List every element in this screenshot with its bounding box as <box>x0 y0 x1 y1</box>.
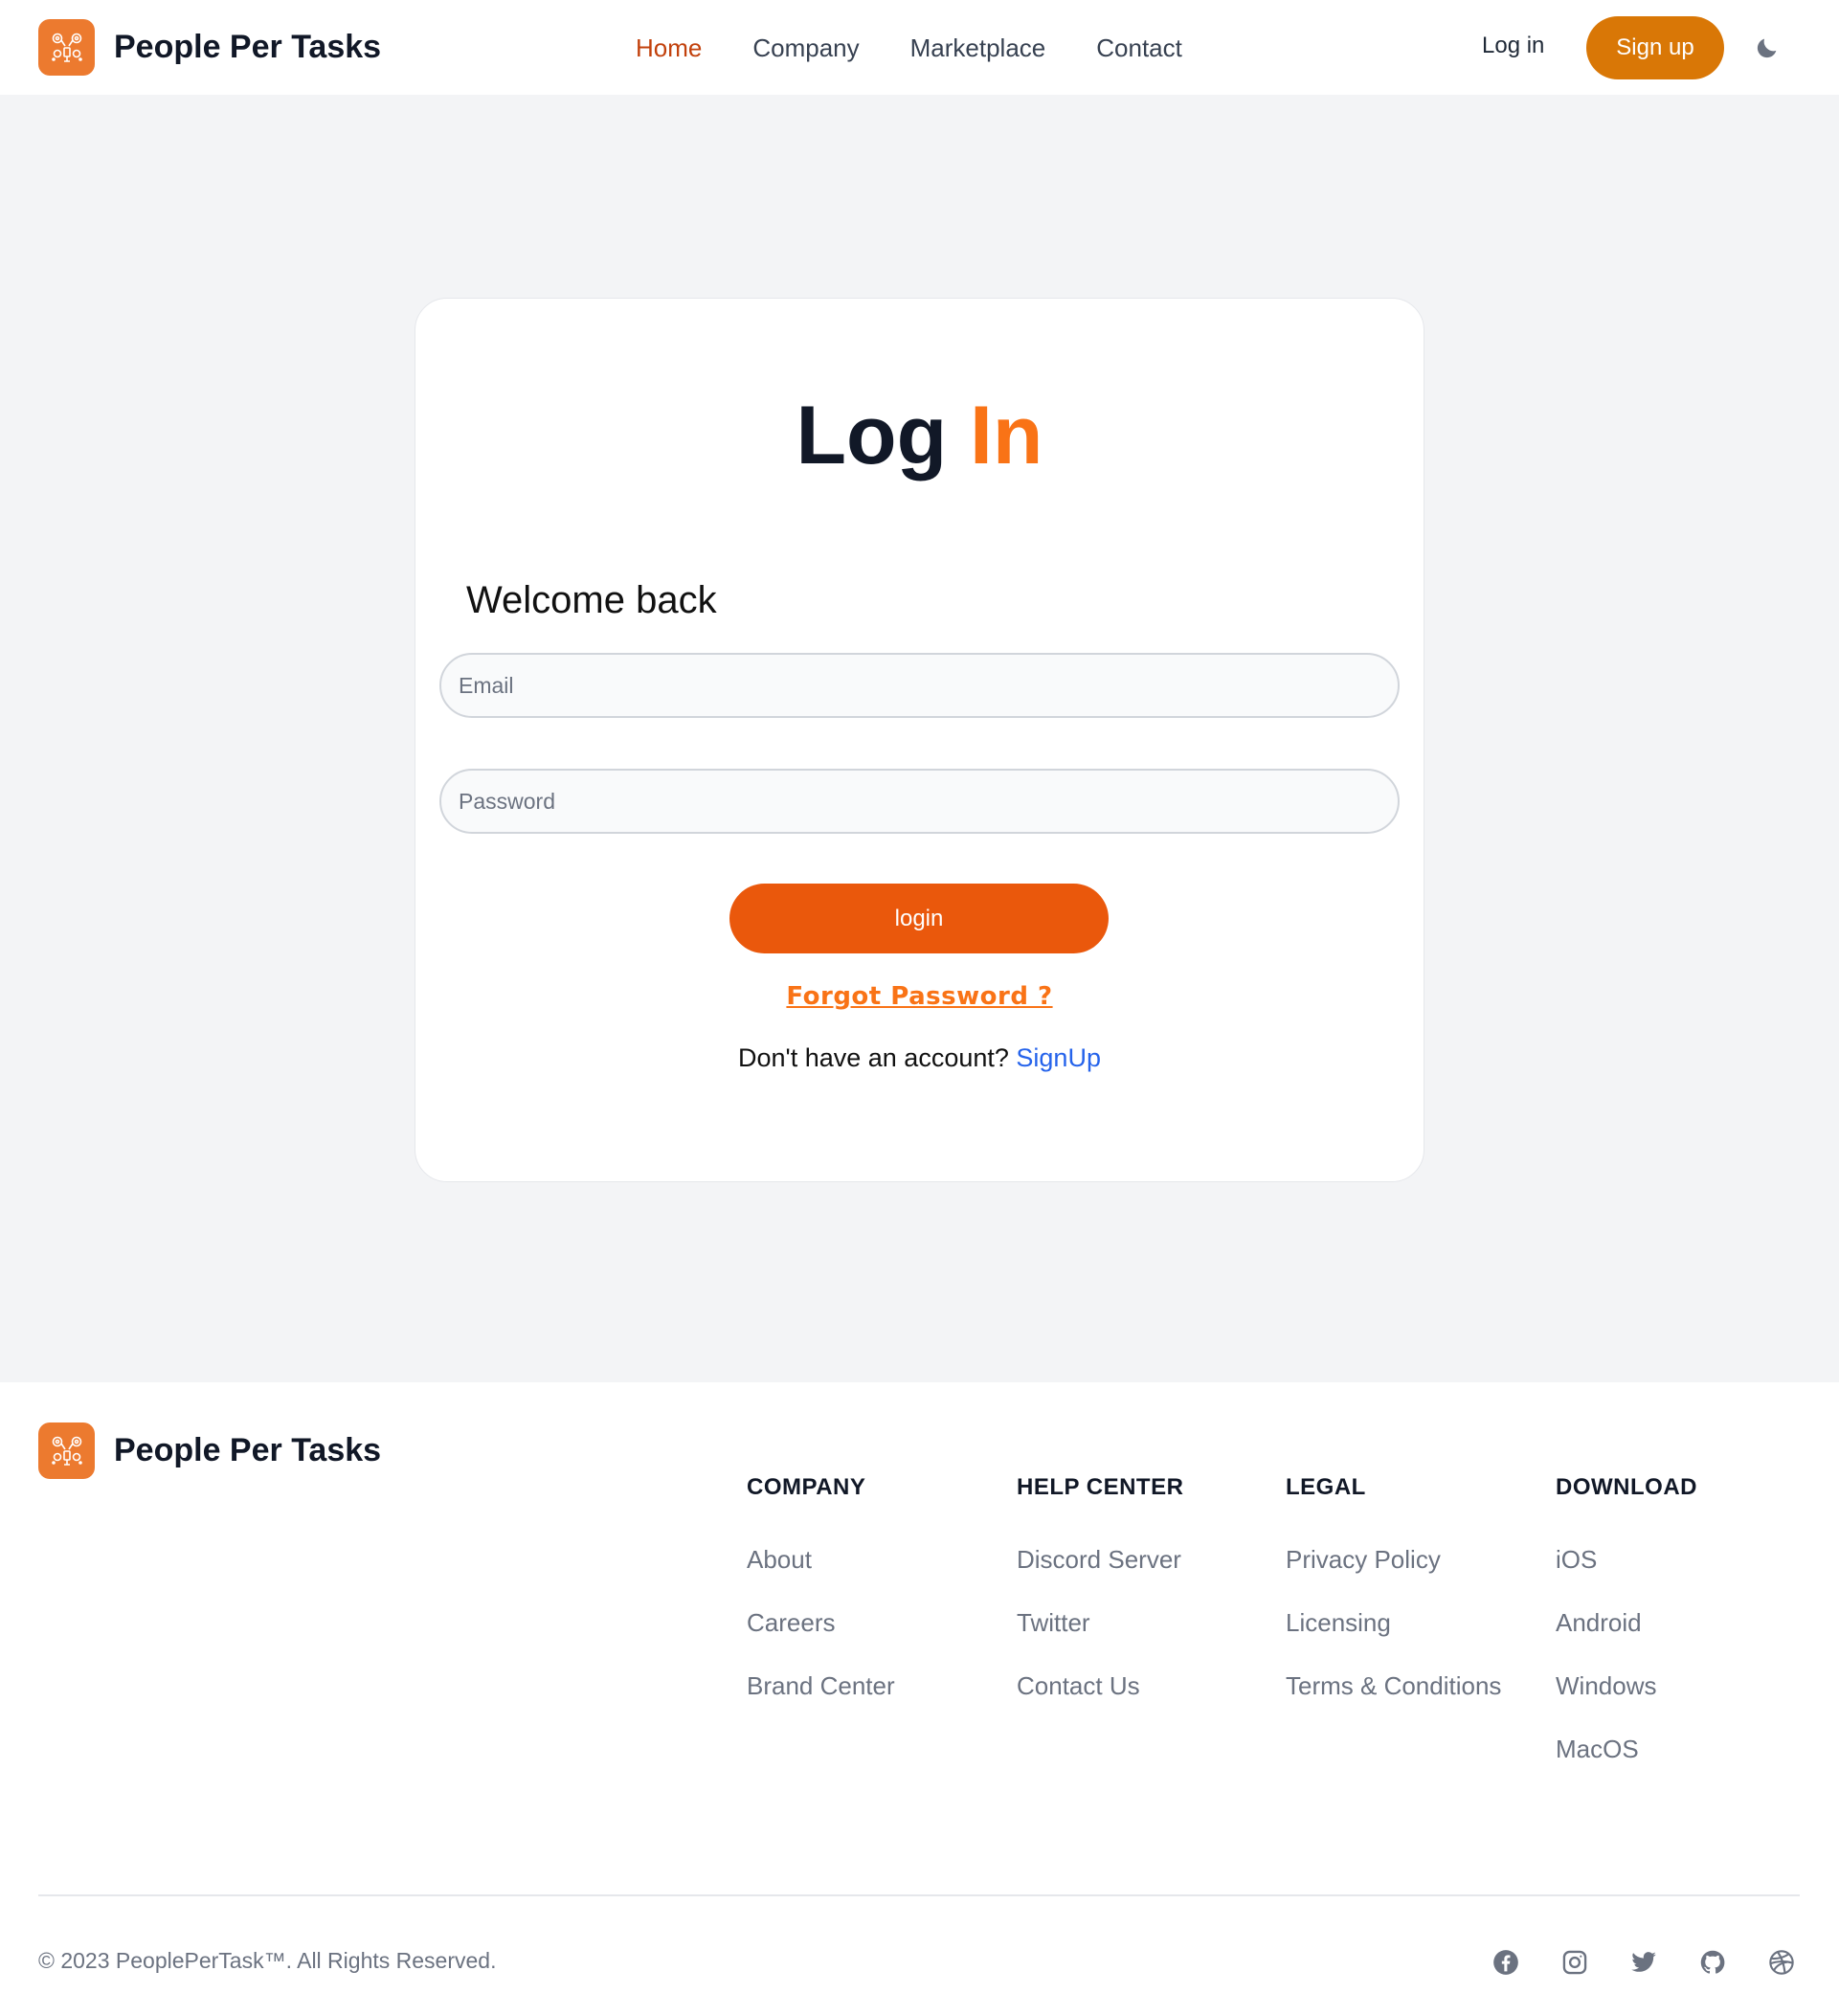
footer-column-company: COMPANY About Careers Brand Center <box>747 1474 895 1735</box>
footer-link-discord[interactable]: Discord Server <box>1017 1545 1181 1574</box>
footer-divider <box>38 1894 1800 1896</box>
logo-icon <box>38 19 95 76</box>
facebook-icon[interactable] <box>1491 1948 1520 1977</box>
nav-contact[interactable]: Contact <box>1096 34 1182 63</box>
copyright-text: © 2023 PeoplePerTask™. All Rights Reserv… <box>38 1948 497 1973</box>
logo-icon <box>38 1422 95 1479</box>
footer-link-contact-us[interactable]: Contact Us <box>1017 1671 1140 1700</box>
footer-link-macos[interactable]: MacOS <box>1556 1735 1639 1763</box>
nav-marketplace[interactable]: Marketplace <box>910 34 1046 63</box>
footer-link-android[interactable]: Android <box>1556 1608 1642 1637</box>
site-footer: People Per Tasks COMPANY About Careers B… <box>0 1382 1839 2016</box>
footer-link-windows[interactable]: Windows <box>1556 1671 1656 1700</box>
main-nav: Home Company Marketplace Contact <box>636 29 1233 67</box>
forgot-password-link[interactable]: Forgot Password ? <box>415 982 1424 1011</box>
nav-home[interactable]: Home <box>636 34 702 63</box>
github-icon[interactable] <box>1698 1948 1727 1977</box>
email-field[interactable] <box>439 653 1400 718</box>
login-card: Log In Welcome back login Forgot Passwor… <box>415 298 1424 1182</box>
footer-heading: COMPANY <box>747 1474 866 1500</box>
header-signup-button[interactable]: Sign up <box>1586 16 1724 79</box>
footer-link-careers[interactable]: Careers <box>747 1608 835 1637</box>
page-title: Log In <box>415 394 1424 477</box>
footer-link-licensing[interactable]: Licensing <box>1286 1608 1391 1637</box>
footer-column-help-center: HELP CENTER Discord Server Twitter Conta… <box>1017 1474 1183 1735</box>
title-main: Log <box>796 390 948 482</box>
title-accent: In <box>970 390 1043 482</box>
login-button[interactable]: login <box>729 884 1109 953</box>
twitter-icon[interactable] <box>1629 1948 1658 1977</box>
dribbble-icon[interactable] <box>1767 1948 1796 1977</box>
signup-prompt-text: Don't have an account? <box>738 1043 1009 1072</box>
footer-column-legal: LEGAL Privacy Policy Licensing Terms & C… <box>1286 1474 1501 1735</box>
footer-link-about[interactable]: About <box>747 1545 812 1574</box>
footer-heading: DOWNLOAD <box>1556 1474 1697 1500</box>
site-header: People Per Tasks Home Company Marketplac… <box>0 0 1839 95</box>
welcome-heading: Welcome back <box>466 579 717 621</box>
footer-column-download: DOWNLOAD iOS Android Windows MacOS <box>1556 1474 1697 1798</box>
signup-prompt: Don't have an account? SignUp <box>415 1043 1424 1073</box>
instagram-icon[interactable] <box>1560 1948 1589 1977</box>
social-links <box>1491 1947 1796 1978</box>
footer-link-ios[interactable]: iOS <box>1556 1545 1597 1574</box>
footer-brand[interactable]: People Per Tasks <box>38 1422 381 1479</box>
header-brand[interactable]: People Per Tasks <box>38 19 381 76</box>
footer-link-privacy[interactable]: Privacy Policy <box>1286 1545 1441 1574</box>
password-field[interactable] <box>439 769 1400 834</box>
nav-company[interactable]: Company <box>752 34 859 63</box>
signup-link[interactable]: SignUp <box>1016 1043 1101 1072</box>
moon-icon[interactable] <box>1752 33 1783 63</box>
footer-link-twitter[interactable]: Twitter <box>1017 1608 1090 1637</box>
footer-brand-name: People Per Tasks <box>114 1432 382 1468</box>
footer-heading: HELP CENTER <box>1017 1474 1184 1500</box>
footer-heading: LEGAL <box>1286 1474 1366 1500</box>
footer-link-terms[interactable]: Terms & Conditions <box>1286 1671 1501 1700</box>
brand-name: People Per Tasks <box>114 29 382 65</box>
header-login-link[interactable]: Log in <box>1482 33 1544 59</box>
footer-link-brand-center[interactable]: Brand Center <box>747 1671 895 1700</box>
